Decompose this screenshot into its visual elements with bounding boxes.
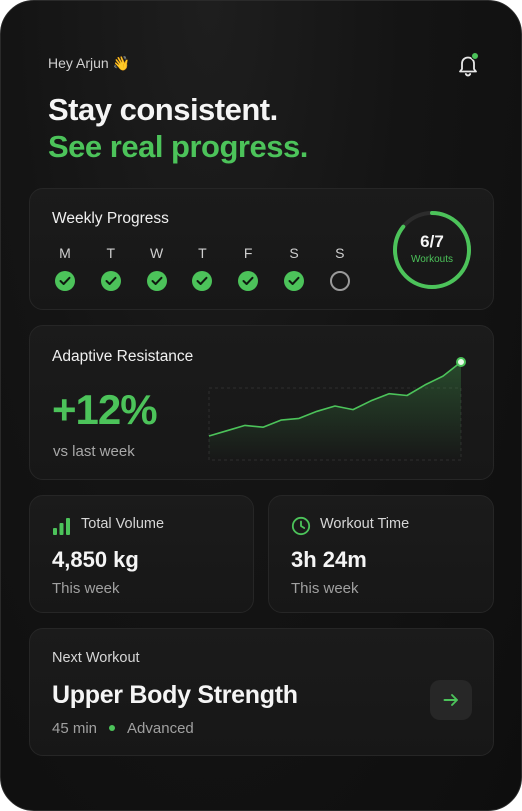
greeting: Hey Arjun 👋 (48, 55, 131, 71)
next-workout-card[interactable]: Next Workout Upper Body Strength 45 min A… (29, 628, 494, 756)
trend-latest-point (456, 357, 466, 367)
resistance-comparison: vs last week (53, 443, 135, 460)
weekday-letter: M (59, 245, 71, 261)
workout-time-value: 3h 24m (291, 547, 367, 572)
pending-circle-icon (329, 271, 350, 291)
weekday-4: F (236, 245, 260, 291)
workout-time-period: This week (291, 580, 359, 597)
weekday-letter: T (106, 245, 116, 261)
workouts-count: 6/7 (420, 232, 444, 251)
weekday-letter: W (149, 245, 164, 261)
completed-check-icon (192, 271, 213, 291)
weekday-6: S (328, 245, 352, 291)
clock-icon (291, 516, 311, 536)
next-workout-duration: 45 min (52, 720, 98, 737)
page-headline: Stay consistent. See real progress. (48, 91, 308, 165)
completed-check-icon (238, 271, 259, 291)
adaptive-resistance-title: Adaptive Resistance (52, 348, 194, 365)
weekday-letter: T (198, 245, 207, 261)
weekday-0: M (53, 245, 77, 291)
adaptive-resistance-card[interactable]: Adaptive Resistance +12% vs last week (29, 325, 494, 480)
weekday-1: T (99, 245, 123, 291)
next-workout-label: Next Workout (52, 650, 140, 666)
completed-check-icon (146, 271, 167, 291)
weekly-progress-title: Weekly Progress (52, 210, 169, 227)
total-volume-period: This week (52, 580, 120, 597)
notification-badge (471, 52, 479, 60)
workout-time-label: Workout Time (320, 516, 410, 532)
workouts-label: Workouts (410, 254, 454, 265)
meta-separator-dot (109, 725, 116, 732)
resistance-trend-chart (208, 357, 466, 461)
weekday-5: S (282, 245, 306, 291)
completed-check-icon (284, 271, 304, 291)
resistance-change: +12% (52, 386, 158, 433)
total-volume-card[interactable]: Total Volume 4,850 kg This week (29, 495, 254, 613)
arrow-right-icon (443, 694, 458, 706)
total-volume-label: Total Volume (81, 516, 165, 532)
app-screen: Hey Arjun 👋 Stay consistent. See real pr… (0, 0, 522, 811)
next-workout-level: Advanced (127, 720, 194, 737)
headline-accent: See real progress. (48, 129, 308, 164)
workout-time-card[interactable]: Workout Time 3h 24m This week (268, 495, 494, 613)
weekday-letter: S (289, 245, 299, 261)
weekday-2: W (145, 245, 169, 291)
start-workout-button[interactable] (430, 680, 472, 720)
trend-area (209, 362, 461, 460)
completed-check-icon (100, 271, 121, 291)
next-workout-meta: 45 min Advanced (52, 720, 194, 737)
headline-primary: Stay consistent. (48, 92, 278, 127)
notifications-button[interactable] (455, 52, 481, 78)
weekday-3: T (190, 245, 214, 291)
total-volume-value: 4,850 kg (52, 547, 139, 572)
weekly-progress-card[interactable]: Weekly Progress M T W T F S S 6/7 Workouts (29, 188, 494, 310)
bar-chart-icon (53, 518, 70, 535)
next-workout-name: Upper Body Strength (52, 681, 298, 709)
completed-check-icon (55, 271, 75, 291)
weekday-letter: S (335, 245, 345, 261)
weekday-letter: F (243, 245, 253, 261)
